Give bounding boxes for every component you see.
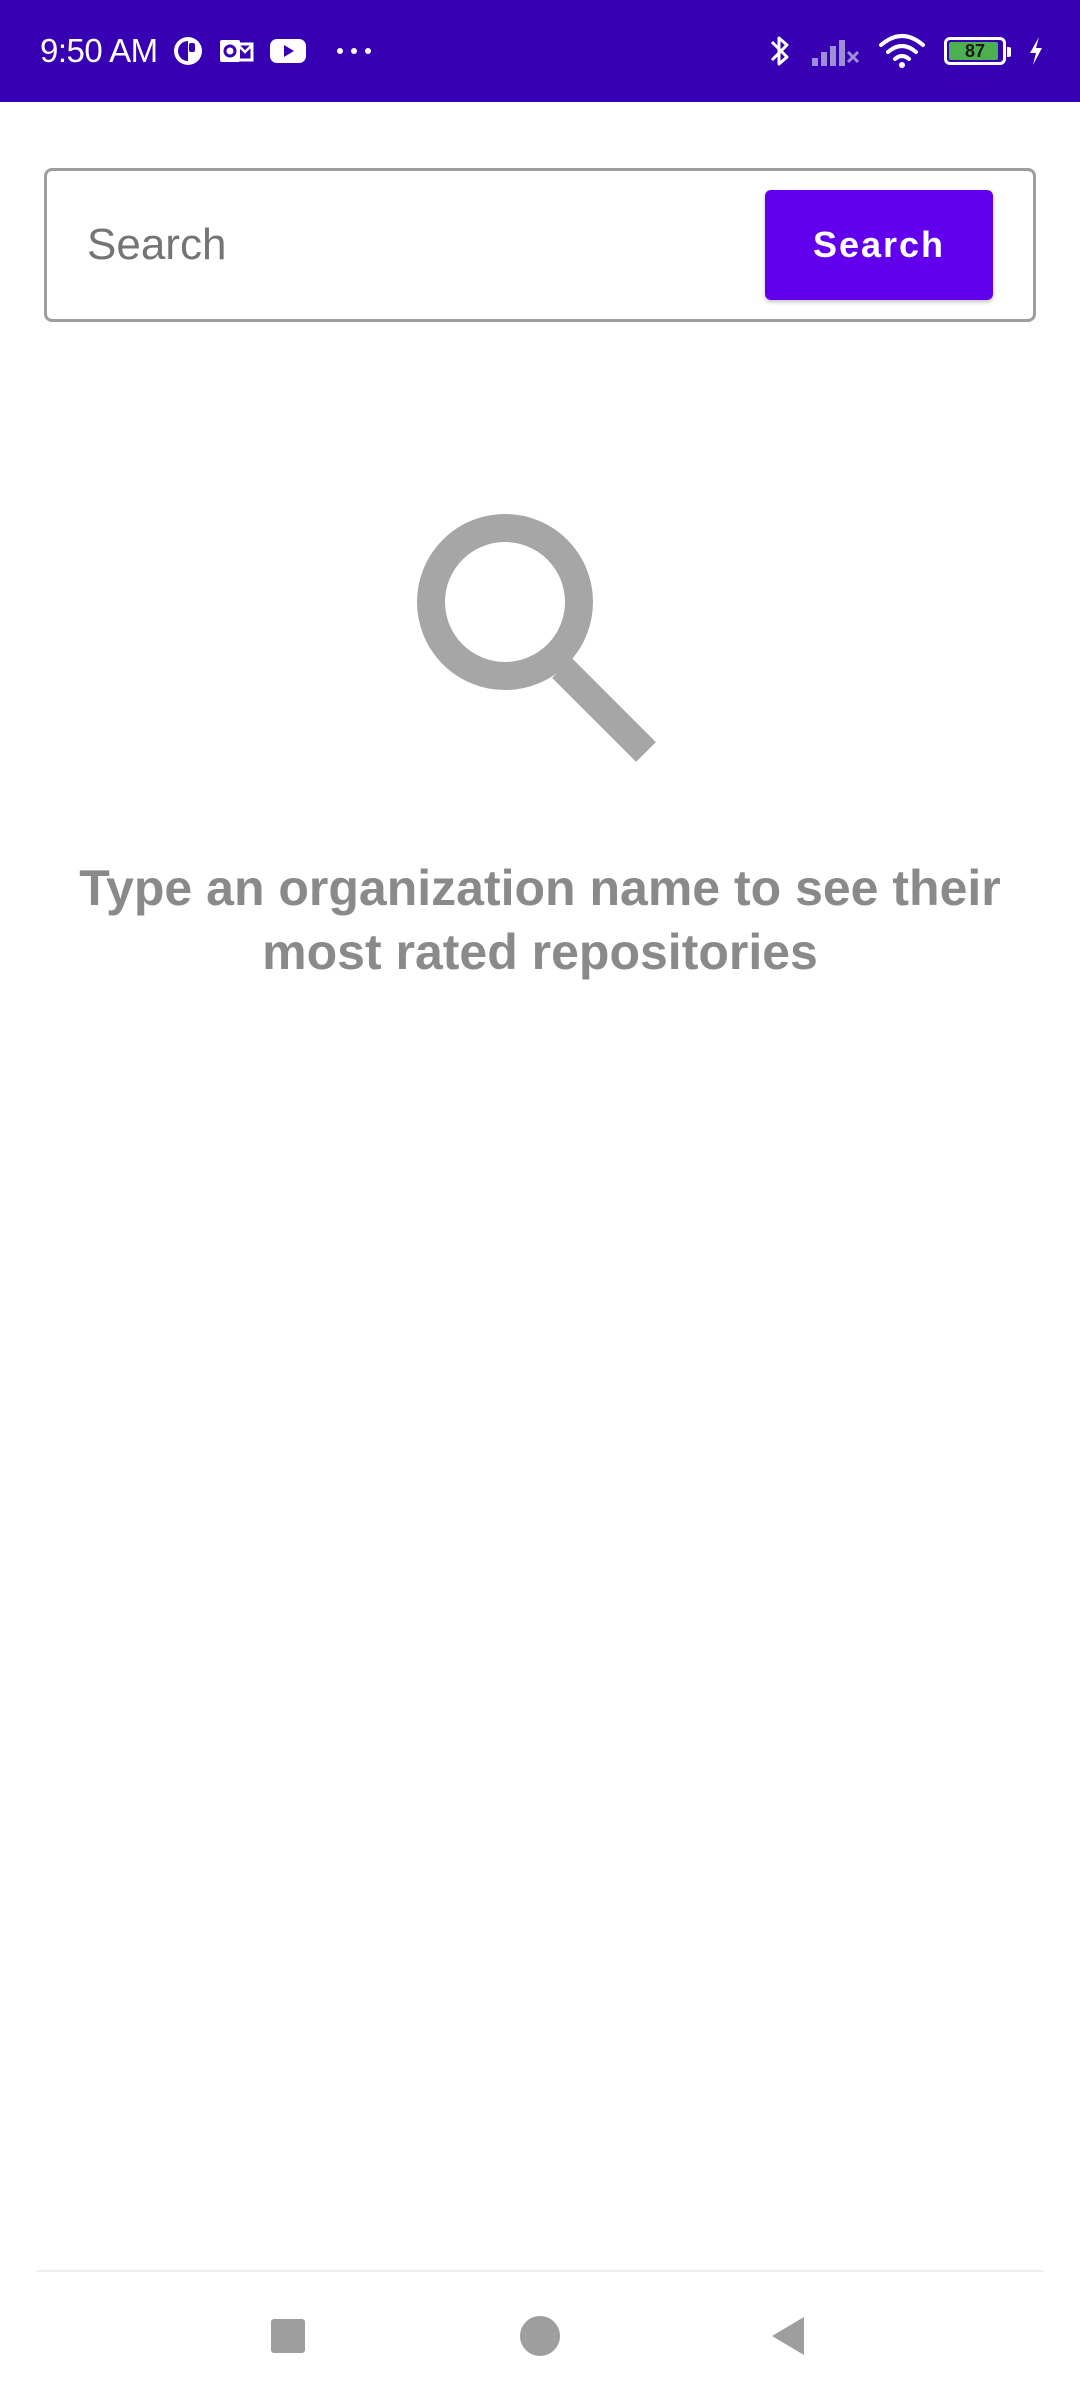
navigation-bar [0, 2272, 1080, 2400]
status-time: 9:50 AM [40, 32, 158, 69]
empty-state-message: Type an organization name to see their m… [79, 860, 1001, 980]
more-dots-icon [334, 46, 374, 56]
bluetooth-icon [768, 32, 792, 70]
status-bar-left: 9:50 AM [40, 0, 374, 102]
outlook-icon [218, 36, 254, 66]
charging-icon [1028, 36, 1044, 66]
back-icon [772, 2317, 804, 2355]
search-icon [410, 512, 670, 772]
youtube-icon [268, 36, 308, 66]
cellular-signal-off-icon [810, 34, 860, 68]
status-bar-right: 87 [768, 0, 1044, 102]
battery-icon: 87 [944, 37, 1011, 65]
wifi-icon [878, 33, 926, 69]
home-icon [520, 2316, 560, 2356]
recents-icon [271, 2319, 305, 2353]
search-input[interactable] [87, 171, 767, 319]
search-container: Search [44, 168, 1036, 322]
back-button[interactable] [748, 2296, 828, 2376]
status-bar: 9:50 AM 87 [0, 0, 1080, 102]
search-button[interactable]: Search [765, 190, 993, 300]
screen: 9:50 AM 87 Search Search Type an organiz… [0, 0, 1080, 2400]
circle-half-icon [172, 35, 204, 67]
battery-level: 87 [964, 40, 986, 61]
home-button[interactable] [500, 2296, 580, 2376]
recents-button[interactable] [248, 2296, 328, 2376]
